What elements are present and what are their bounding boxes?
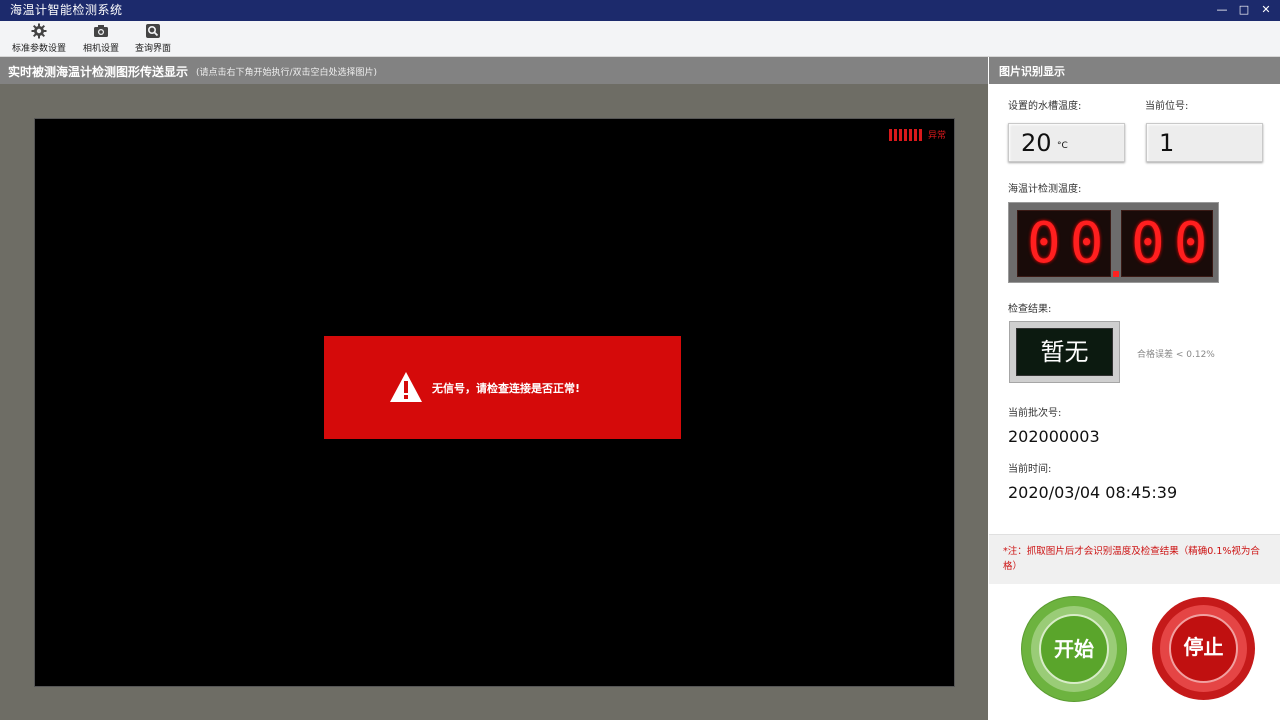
camera-settings-button[interactable]: 相机设置 bbox=[80, 23, 122, 55]
stop-button[interactable]: 停止 bbox=[1152, 597, 1255, 700]
standard-params-button[interactable]: 标准参数设置 bbox=[10, 23, 68, 55]
tank-temp-display: 20 °C bbox=[1008, 123, 1125, 162]
window-title: 海温计智能检测系统 bbox=[10, 3, 123, 17]
tank-temp-unit: °C bbox=[1057, 141, 1068, 151]
note-area: *注：抓取图片后才会识别温度及检查结果（精确0.1%视为合格） bbox=[989, 534, 1280, 584]
note-text: *注：抓取图片后才会识别温度及检查结果（精确0.1%视为合格） bbox=[1003, 546, 1260, 572]
close-button[interactable]: ✕ bbox=[1260, 2, 1272, 18]
no-signal-alert: 无信号，请检查连接是否正常! bbox=[324, 336, 681, 439]
led-decimal-point bbox=[1113, 271, 1119, 277]
left-panel-title: 实时被测海温计检测图形传送显示 bbox=[8, 65, 189, 79]
time-value: 2020/03/04 08:45:39 bbox=[1008, 483, 1178, 502]
warning-icon bbox=[390, 372, 422, 402]
query-button[interactable]: 查询界面 bbox=[132, 23, 174, 55]
detected-temp-led: 00 00 bbox=[1008, 202, 1219, 283]
tank-temp-value: 20 bbox=[1021, 129, 1052, 157]
minimize-button[interactable]: — bbox=[1216, 2, 1228, 18]
batch-value: 202000003 bbox=[1008, 427, 1100, 446]
camera-icon bbox=[94, 25, 108, 37]
position-display: 1 bbox=[1146, 123, 1263, 162]
window-controls: — □ ✕ bbox=[1216, 2, 1272, 18]
alert-message: 无信号，请检查连接是否正常! bbox=[432, 382, 581, 395]
time-label: 当前时间: bbox=[1008, 464, 1052, 475]
detected-temp-label: 海温计检测温度: bbox=[1008, 184, 1082, 195]
batch-label: 当前批次号: bbox=[1008, 408, 1062, 419]
toolbar-label: 查询界面 bbox=[134, 44, 171, 54]
toolbar-label: 标准参数设置 bbox=[11, 44, 66, 54]
result-value: 暂无 bbox=[1016, 328, 1113, 376]
tolerance-text: 合格误差 < 0.12% bbox=[1137, 350, 1215, 360]
title-bar: 海温计智能检测系统 — □ ✕ bbox=[0, 0, 1280, 21]
tank-temp-label: 设置的水槽温度: bbox=[1008, 101, 1082, 112]
signal-status: 异常 bbox=[927, 131, 946, 141]
toolbar: 标准参数设置 相机设置 查询界面 bbox=[0, 21, 1280, 57]
led-integer: 00 bbox=[1027, 211, 1113, 276]
search-icon bbox=[146, 24, 160, 38]
right-panel-header: 图片识别显示 bbox=[989, 57, 1280, 84]
result-display: 暂无 bbox=[1009, 321, 1120, 383]
led-decimal: 00 bbox=[1131, 211, 1217, 276]
led-decimal-box: 00 bbox=[1121, 210, 1213, 277]
left-panel-hint: (请点击右下角开始执行/双击空白处选择图片) bbox=[196, 68, 378, 78]
toolbar-label: 相机设置 bbox=[82, 44, 119, 54]
position-label: 当前位号: bbox=[1145, 101, 1189, 112]
gear-icon bbox=[31, 23, 47, 39]
stop-label: 停止 bbox=[1183, 635, 1224, 659]
led-integer-box: 00 bbox=[1017, 210, 1111, 277]
signal-indicator: 异常 bbox=[888, 128, 946, 141]
result-label: 检查结果: bbox=[1008, 304, 1052, 315]
right-panel-title: 图片识别显示 bbox=[999, 65, 1065, 78]
start-label: 开始 bbox=[1054, 637, 1094, 661]
position-value: 1 bbox=[1159, 129, 1175, 157]
start-button[interactable]: 开始 bbox=[1022, 597, 1126, 701]
left-panel-header: 实时被测海温计检测图形传送显示 (请点击右下角开始执行/双击空白处选择图片) bbox=[0, 57, 988, 84]
maximize-button[interactable]: □ bbox=[1238, 2, 1250, 18]
